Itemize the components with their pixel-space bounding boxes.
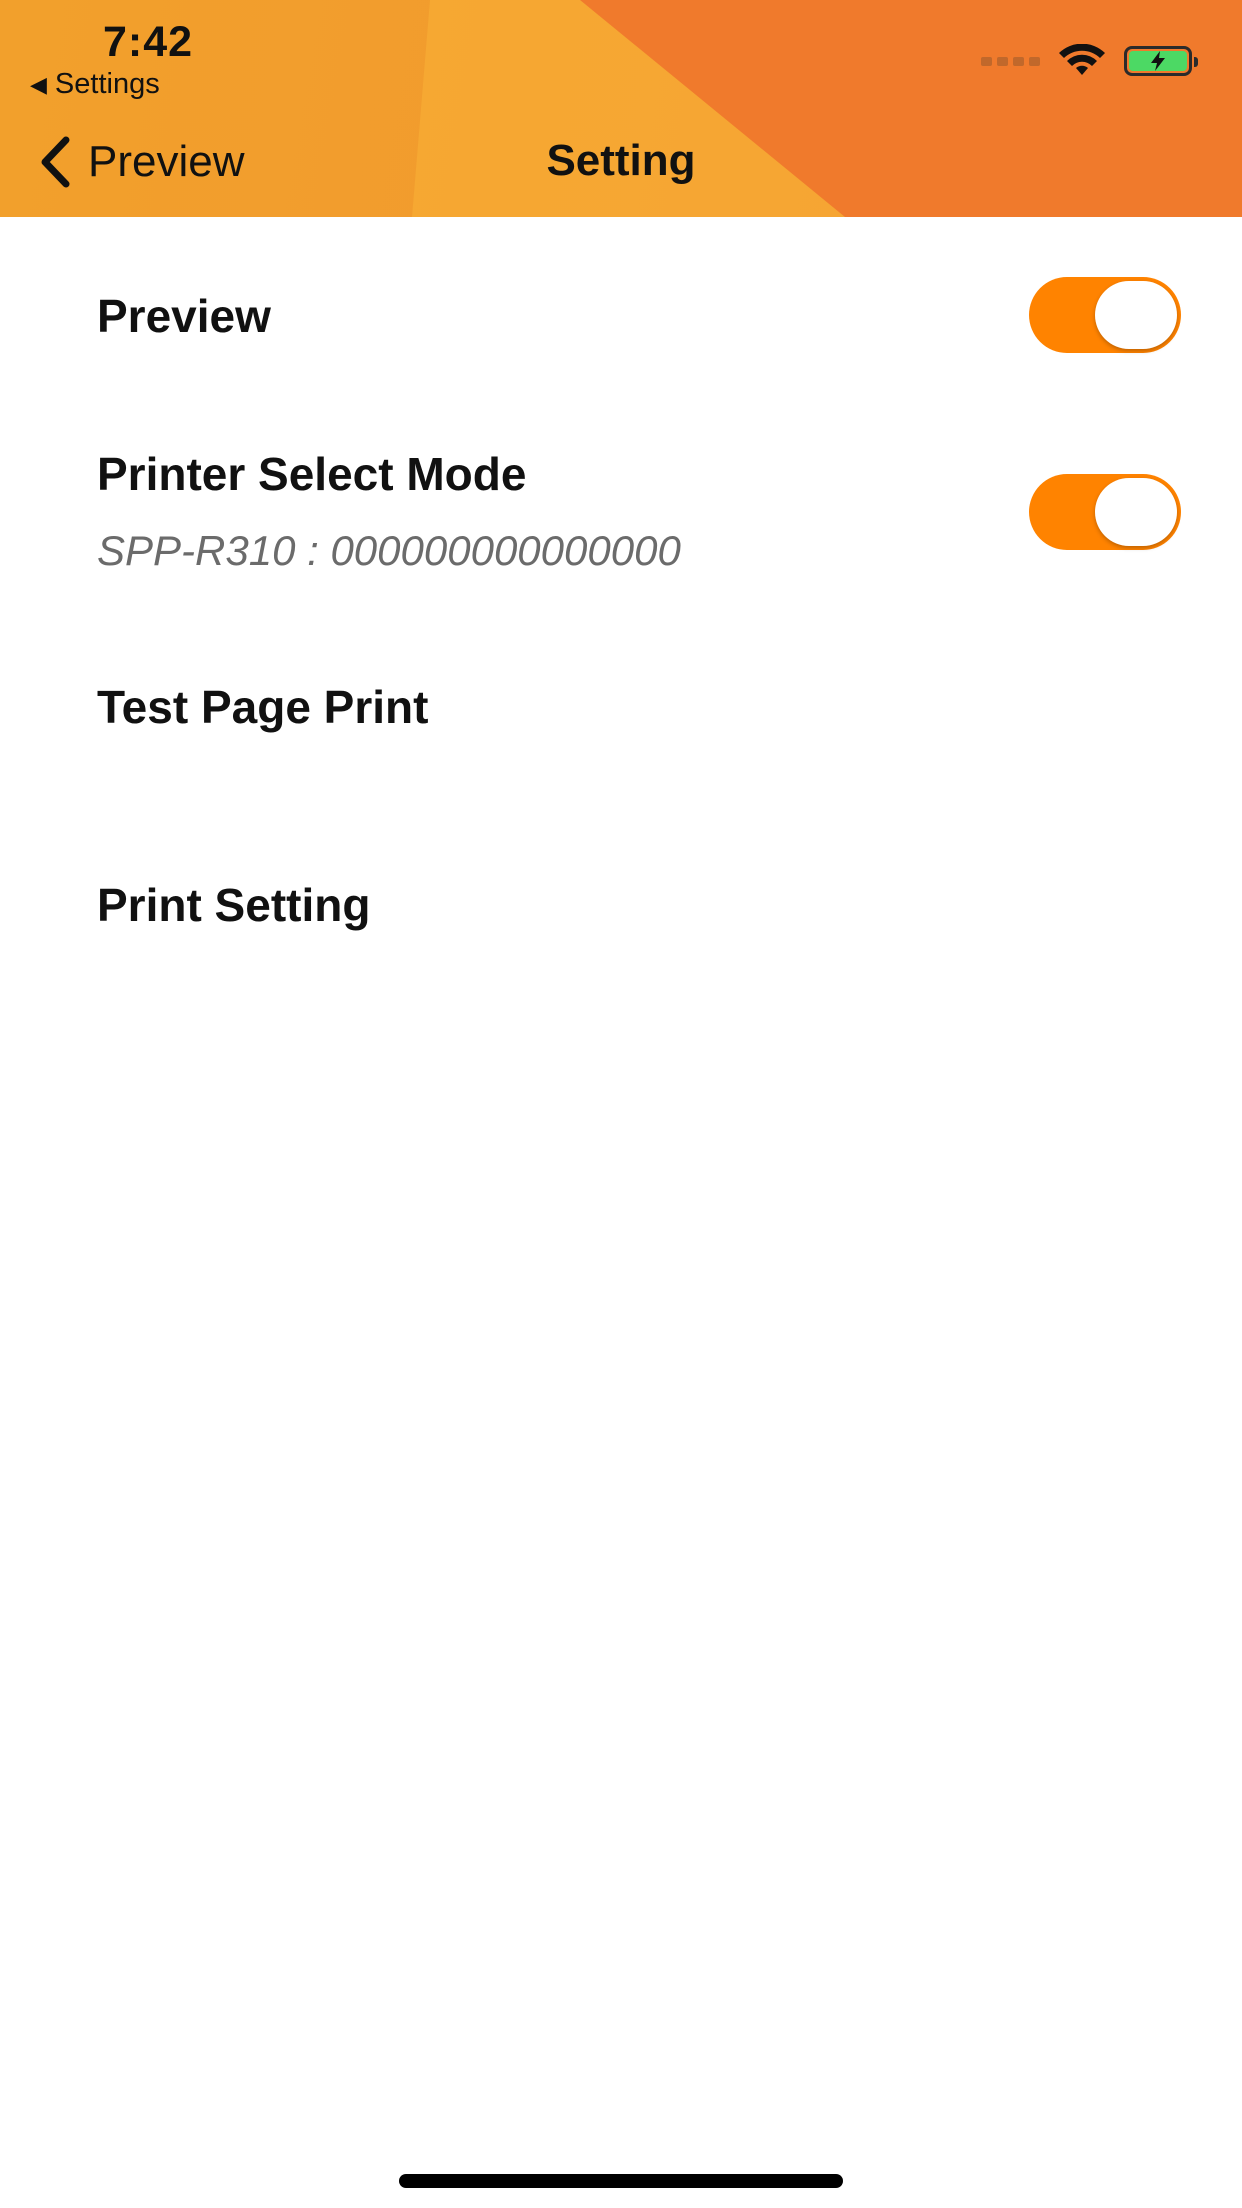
setting-row-preview: Preview (0, 217, 1242, 417)
battery-charging-icon (1124, 46, 1198, 76)
preview-toggle[interactable] (1029, 277, 1181, 353)
status-time: 7:42 (103, 18, 194, 66)
status-indicators (981, 44, 1198, 78)
back-triangle-icon: ◀ (30, 71, 47, 97)
printer-select-mode-toggle[interactable] (1029, 474, 1181, 550)
printer-select-mode-label: Printer Select Mode (97, 448, 527, 500)
status-back-to-app[interactable]: ◀ Settings (30, 68, 160, 101)
setting-row-printer-select-mode: Printer Select Mode SPP-R310 : 000000000… (0, 417, 1242, 637)
setting-row-print-setting[interactable]: Print Setting (0, 837, 1242, 1037)
printer-select-mode-subtitle: SPP-R310 : 000000000000000 (97, 527, 681, 574)
wifi-icon (1059, 44, 1105, 75)
print-setting-label: Print Setting (97, 879, 371, 931)
home-indicator[interactable] (399, 2174, 843, 2188)
setting-row-test-page-print[interactable]: Test Page Print (0, 637, 1242, 837)
page-title: Setting (546, 136, 696, 185)
toggle-knob (1095, 478, 1177, 546)
test-page-print-label: Test Page Print (97, 681, 429, 733)
status-back-label: Settings (54, 68, 160, 100)
toggle-knob (1095, 281, 1177, 349)
cellular-signal-icon (981, 56, 1040, 66)
preview-label: Preview (97, 290, 271, 342)
navigation-header: 7:42 ◀ Settings Preview Setting (0, 0, 1242, 217)
